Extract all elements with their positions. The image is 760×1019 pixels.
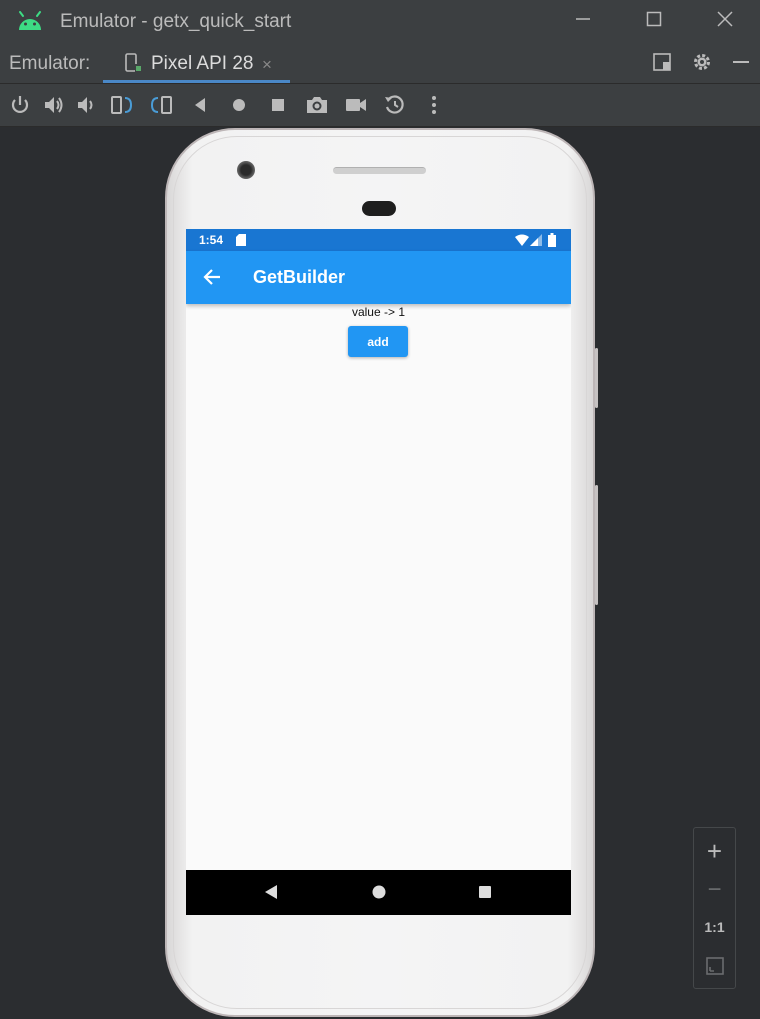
wifi-icon	[515, 234, 529, 249]
device-volume-key[interactable]	[595, 485, 598, 605]
zoom-controls: + − 1:1	[693, 827, 736, 989]
tab-label: Pixel API 28	[151, 53, 254, 74]
app-bar-title: GetBuilder	[253, 267, 346, 287]
hide-icon[interactable]	[731, 52, 751, 78]
power-icon[interactable]	[9, 94, 31, 116]
window-title: Emulator - getx_quick_start	[60, 11, 292, 32]
fit-screen-icon[interactable]	[694, 956, 735, 981]
zoom-in-button[interactable]: +	[694, 836, 735, 867]
tab-selected-indicator	[103, 80, 290, 83]
value-text: value -> 1	[351, 305, 406, 319]
close-icon	[717, 11, 733, 33]
nav-home-icon[interactable]	[371, 884, 387, 905]
emulator-label: Emulator:	[9, 53, 91, 74]
overview-icon[interactable]	[267, 94, 289, 116]
proximity-sensor	[362, 201, 396, 216]
snapshot-icon[interactable]	[383, 94, 405, 116]
rotate-left-icon[interactable]	[110, 94, 133, 116]
maximize-button[interactable]	[634, 7, 674, 37]
device-icon	[125, 53, 143, 79]
volume-down-icon[interactable]	[76, 94, 98, 116]
layout-icon[interactable]	[652, 52, 672, 78]
more-icon[interactable]	[423, 94, 445, 116]
battery-icon	[548, 233, 556, 250]
volume-up-icon[interactable]	[43, 94, 65, 116]
maximize-icon	[646, 11, 662, 33]
actual-size-button[interactable]: 1:1	[694, 919, 735, 935]
rotate-right-icon[interactable]	[149, 94, 172, 116]
nav-overview-icon[interactable]	[477, 884, 493, 905]
android-nav-bar	[186, 870, 571, 915]
signal-icon	[530, 234, 542, 249]
device-power-key[interactable]	[595, 348, 598, 408]
tab-pixel-api-28[interactable]: Pixel API 28 ×	[103, 44, 290, 83]
minimize-icon	[575, 11, 591, 33]
record-icon[interactable]	[344, 94, 366, 116]
android-status-bar: 1:54	[186, 229, 571, 251]
android-icon	[17, 11, 43, 37]
tab-close-icon[interactable]: ×	[262, 55, 272, 75]
window-title-bar: Emulator - getx_quick_start	[0, 0, 760, 45]
status-time: 1:54	[199, 233, 224, 247]
app-bar: GetBuilder	[186, 251, 571, 304]
home-icon[interactable]	[228, 94, 250, 116]
arrow-back-icon[interactable]	[203, 268, 221, 291]
front-camera	[237, 161, 255, 179]
emulator-tab-bar: Emulator: Pixel API 28 ×	[0, 44, 760, 84]
sd-card-icon	[236, 234, 246, 249]
nav-back-icon[interactable]	[263, 884, 279, 905]
screenshot-icon[interactable]	[305, 94, 327, 116]
emulator-toolbar	[0, 84, 760, 127]
close-window-button[interactable]	[705, 7, 745, 37]
device-screen[interactable]: 1:54 GetBuilder value -> 1 add	[186, 229, 571, 915]
zoom-out-button[interactable]: −	[694, 876, 735, 904]
minimize-button[interactable]	[563, 7, 603, 37]
back-icon[interactable]	[190, 94, 212, 116]
gear-icon[interactable]	[692, 52, 712, 78]
earpiece-speaker	[333, 167, 426, 174]
add-button[interactable]: add	[348, 326, 408, 357]
